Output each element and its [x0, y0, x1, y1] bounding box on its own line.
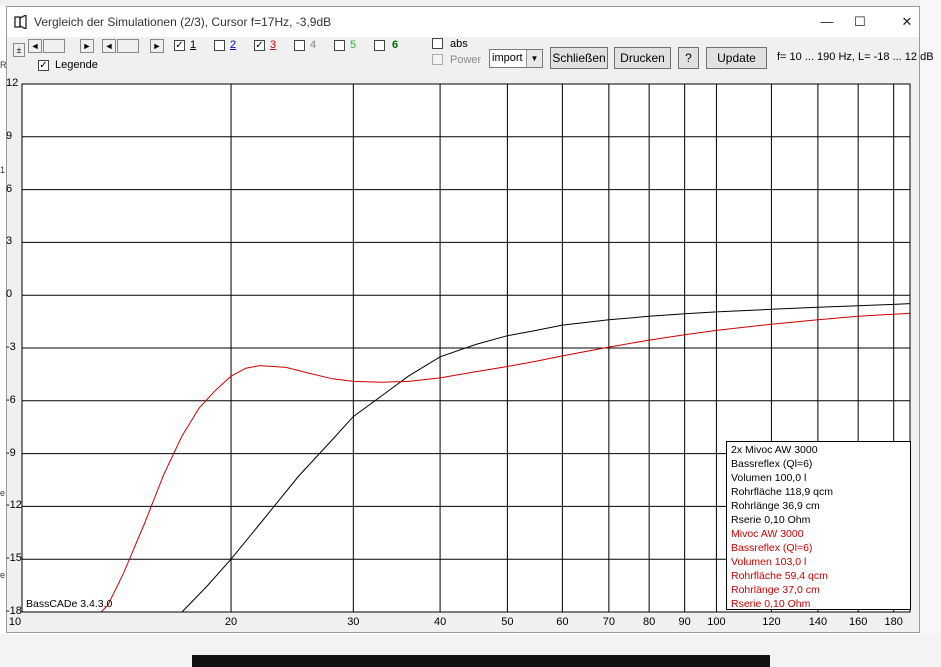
legend-line-1-2: Bassreflex (Ql=6) — [731, 458, 813, 470]
y-tick-label: -15 — [6, 552, 22, 565]
legend-line-2-5: Rohrlänge 37,0 cm — [731, 584, 820, 596]
legend-line-1-4: Rohrfläche 118,9 qcm — [731, 486, 833, 498]
x-tick-label: 30 — [347, 616, 360, 628]
legend-line-1-3: Volumen 100,0 l — [731, 472, 807, 484]
y-tick-label: 6 — [6, 182, 13, 195]
x-tick-label: 100 — [707, 616, 726, 628]
x-tick-label: 80 — [643, 616, 656, 628]
x-tick-label: 40 — [433, 616, 447, 628]
x-tick-label: 90 — [678, 616, 691, 628]
chart-area: 12 9 6 3 0 -3 -6 -9 -12 -15 -18 10 20 30 40 50 60 70 80 90… — [0, 0, 941, 667]
x-tick-label: 60 — [556, 616, 569, 628]
y-tick-label: 12 — [6, 77, 19, 89]
y-tick-label: -3 — [6, 341, 16, 353]
version-watermark: BassCADe 3.4.3.0 — [26, 598, 113, 610]
legend-line-1-1: 2x Mivoc AW 3000 — [731, 444, 818, 456]
legend-line-1-6: Rserie 0,10 Ohm — [731, 514, 811, 526]
x-tick-label: 10 — [8, 616, 22, 628]
legend-line-2-4: Rohrfläche 59,4 qcm — [731, 570, 828, 582]
y-tick-label: -6 — [6, 393, 16, 406]
y-tick-label: 9 — [6, 129, 13, 142]
legend-line-2-3: Volumen 103,0 l — [731, 556, 807, 568]
x-tick-label: 20 — [224, 616, 238, 628]
x-tick-label: 160 — [848, 616, 868, 628]
y-tick-label: -9 — [6, 446, 16, 459]
x-tick-label: 140 — [808, 616, 828, 628]
legend-line-1-5: Rohrlänge 36,9 cm — [731, 500, 820, 512]
y-tick-label: -12 — [6, 499, 22, 512]
x-tick-label: 50 — [501, 616, 514, 628]
y-tick-label: 0 — [6, 288, 13, 301]
x-tick-label: 70 — [602, 616, 615, 628]
legend-box: 2x Mivoc AW 3000 Bassreflex (Ql=6) Volumen… — [726, 441, 911, 610]
legend-line-2-6: Rserie 0,10 Ohm — [731, 598, 811, 610]
legend-line-2-2: Bassreflex (Ql=6) — [731, 542, 813, 554]
x-tick-label: 180 — [884, 616, 903, 628]
y-tick-label: 3 — [6, 235, 13, 248]
x-tick-label: 120 — [762, 616, 781, 628]
legend-line-2-1: Mivoc AW 3000 — [731, 528, 804, 540]
